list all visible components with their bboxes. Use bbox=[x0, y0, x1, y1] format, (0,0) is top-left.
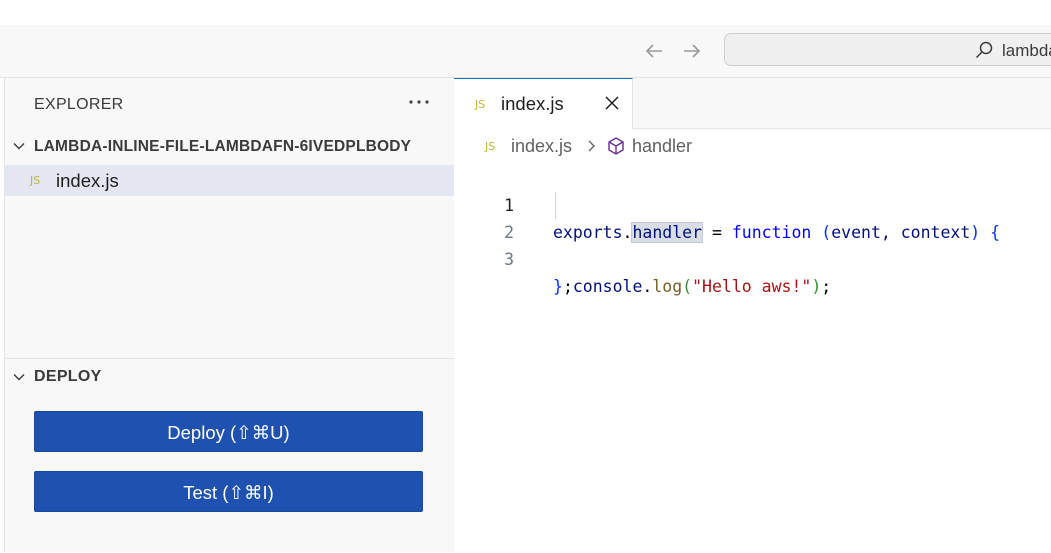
token: console bbox=[572, 277, 643, 296]
token: log bbox=[652, 277, 683, 296]
command-center-search[interactable]: lambda bbox=[724, 33, 1051, 66]
folder-name: LAMBDA-INLINE-FILE-LAMBDAFN-6IVEDPLBODY bbox=[34, 138, 412, 155]
code-line: 1 exports.handler = function (event, con… bbox=[454, 165, 1051, 243]
chevron-down-icon bbox=[11, 138, 27, 154]
code-text: console.log("Hello aws!"); bbox=[553, 273, 831, 300]
indent-guide bbox=[555, 192, 556, 219]
command-center-text: lambda bbox=[1002, 41, 1051, 60]
test-button[interactable]: Test (⇧⌘I) bbox=[34, 471, 423, 512]
breadcrumb-file[interactable]: index.js bbox=[511, 136, 572, 157]
workspace-folder[interactable]: LAMBDA-INLINE-FILE-LAMBDAFN-6IVEDPLBODY bbox=[5, 136, 454, 160]
token: ; bbox=[562, 277, 573, 296]
line-number: 3 bbox=[504, 250, 514, 269]
symbol-method-icon bbox=[606, 136, 626, 156]
file-name: index.js bbox=[56, 170, 119, 191]
code-line: 3 }; bbox=[454, 219, 1051, 296]
file-item-index-js[interactable]: JS index.js bbox=[5, 165, 454, 196]
deploy-section: DEPLOY Deploy (⇧⌘U) Test (⇧⌘I) bbox=[5, 358, 454, 553]
token: ( bbox=[682, 277, 693, 296]
javascript-file-icon: JS bbox=[485, 140, 496, 153]
editor: JS index.js JS index.js handler 1 export… bbox=[454, 78, 1051, 552]
token: ) bbox=[811, 277, 822, 296]
deploy-button[interactable]: Deploy (⇧⌘U) bbox=[34, 411, 423, 452]
back-arrow-icon[interactable] bbox=[642, 39, 666, 63]
tab-index-js[interactable]: JS index.js bbox=[454, 78, 633, 129]
javascript-file-icon: JS bbox=[475, 98, 486, 111]
javascript-file-icon: JS bbox=[30, 174, 41, 187]
forward-arrow-icon[interactable] bbox=[680, 39, 704, 63]
token: "Hello aws!" bbox=[692, 277, 812, 296]
sidebar: EXPLORER LAMBDA-INLINE-FILE-LAMBDAFN-6IV… bbox=[4, 78, 455, 552]
more-actions-icon[interactable] bbox=[405, 92, 433, 112]
tab-label: index.js bbox=[501, 93, 564, 114]
breadcrumb-symbol[interactable]: handler bbox=[632, 136, 692, 157]
window-top-strip bbox=[0, 0, 1051, 25]
chevron-down-icon[interactable] bbox=[11, 369, 27, 385]
deploy-title: DEPLOY bbox=[34, 368, 102, 385]
token: } bbox=[553, 277, 563, 296]
search-icon bbox=[974, 40, 994, 60]
explorer-title: EXPLORER bbox=[34, 96, 124, 113]
close-icon[interactable] bbox=[602, 93, 622, 113]
code-text: }; bbox=[553, 273, 573, 300]
token: . bbox=[642, 277, 653, 296]
token: ; bbox=[821, 277, 832, 296]
breadcrumb: JS index.js handler bbox=[454, 134, 1051, 158]
chevron-right-icon bbox=[585, 138, 599, 154]
code-line: 2 console.log("Hello aws!"); bbox=[454, 192, 1051, 296]
code-area[interactable]: 1 exports.handler = function (event, con… bbox=[454, 165, 1051, 296]
